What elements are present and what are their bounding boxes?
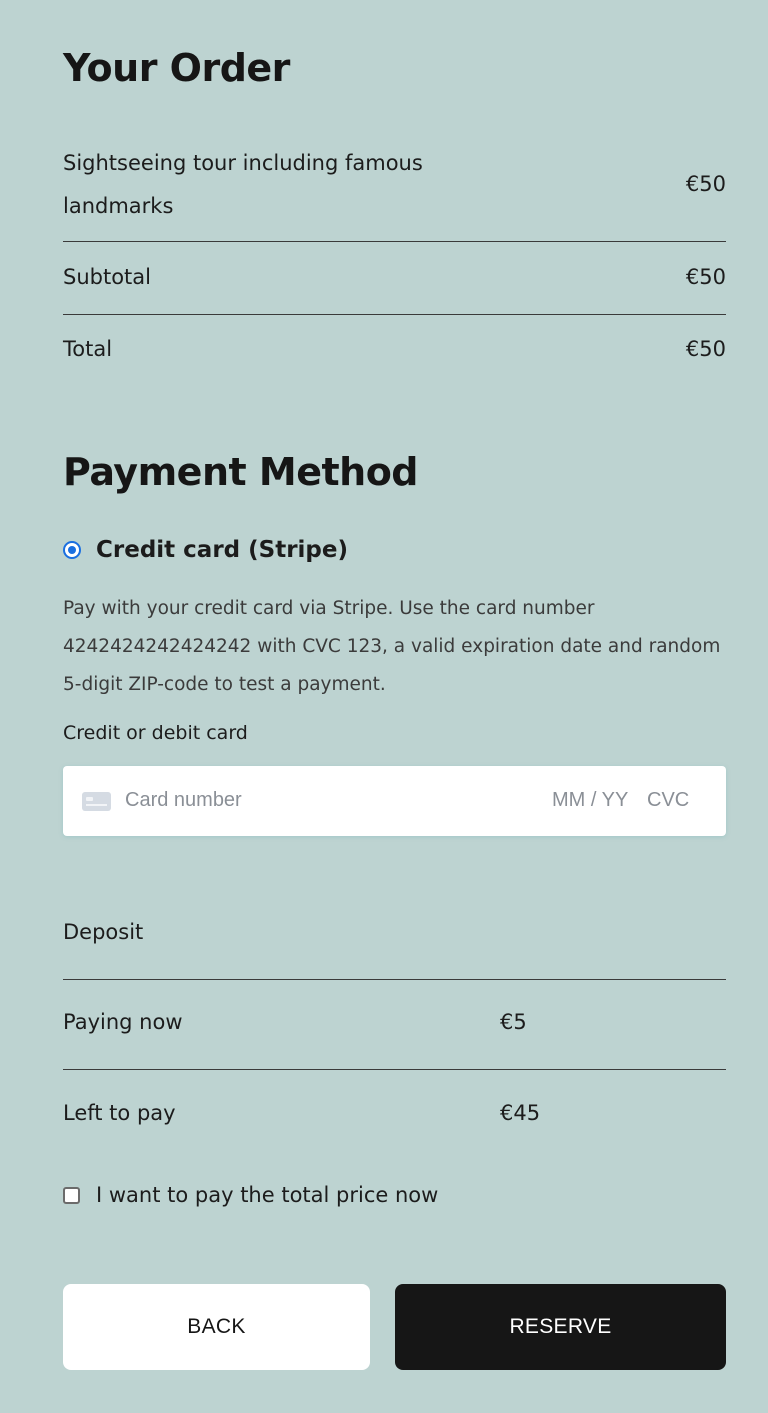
order-title: Your Order [63,46,290,90]
card-cvc-input[interactable]: CVC [647,789,689,812]
reserve-button[interactable]: RESERVE [395,1284,726,1370]
credit-card-radio[interactable] [63,541,81,559]
paying-now-label: Paying now [63,1010,183,1034]
deposit-row: Deposit [63,920,726,980]
card-expiry-input[interactable]: MM / YY [552,789,628,812]
credit-card-label[interactable]: Credit card (Stripe) [96,537,348,563]
back-button[interactable]: BACK [63,1284,370,1370]
paying-now-row: Paying now €5 [63,1010,726,1070]
total-row: Total €50 [63,337,726,367]
card-number-input[interactable]: Card number [125,789,242,812]
subtotal-value: €50 [685,265,726,289]
order-item-row: Sightseeing tour including famous landma… [63,142,726,242]
payment-option-credit-card[interactable]: Credit card (Stripe) [63,537,348,563]
card-field-label: Credit or debit card [63,722,248,744]
radio-selected-dot [68,546,76,554]
pay-total-checkbox[interactable] [63,1186,80,1204]
total-value: €50 [685,337,726,361]
subtotal-label: Subtotal [63,265,151,289]
subtotal-row: Subtotal €50 [63,265,726,315]
payment-method-title: Payment Method [63,450,419,494]
card-input-box[interactable]: Card number MM / YY CVC [63,766,726,836]
paying-now-value: €5 [500,1010,527,1034]
left-to-pay-value: €45 [500,1101,541,1125]
left-to-pay-label: Left to pay [63,1101,176,1125]
total-label: Total [63,337,113,361]
payment-description: Pay with your credit card via Stripe. Us… [63,598,721,695]
left-to-pay-row: Left to pay €45 [63,1101,726,1141]
credit-card-icon [82,792,111,811]
order-item-name: Sightseeing tour including famous landma… [63,151,423,218]
pay-total-option[interactable]: I want to pay the total price now [63,1183,438,1207]
deposit-label: Deposit [63,920,144,944]
pay-total-label[interactable]: I want to pay the total price now [96,1183,438,1207]
order-item-price: €50 [685,172,726,196]
